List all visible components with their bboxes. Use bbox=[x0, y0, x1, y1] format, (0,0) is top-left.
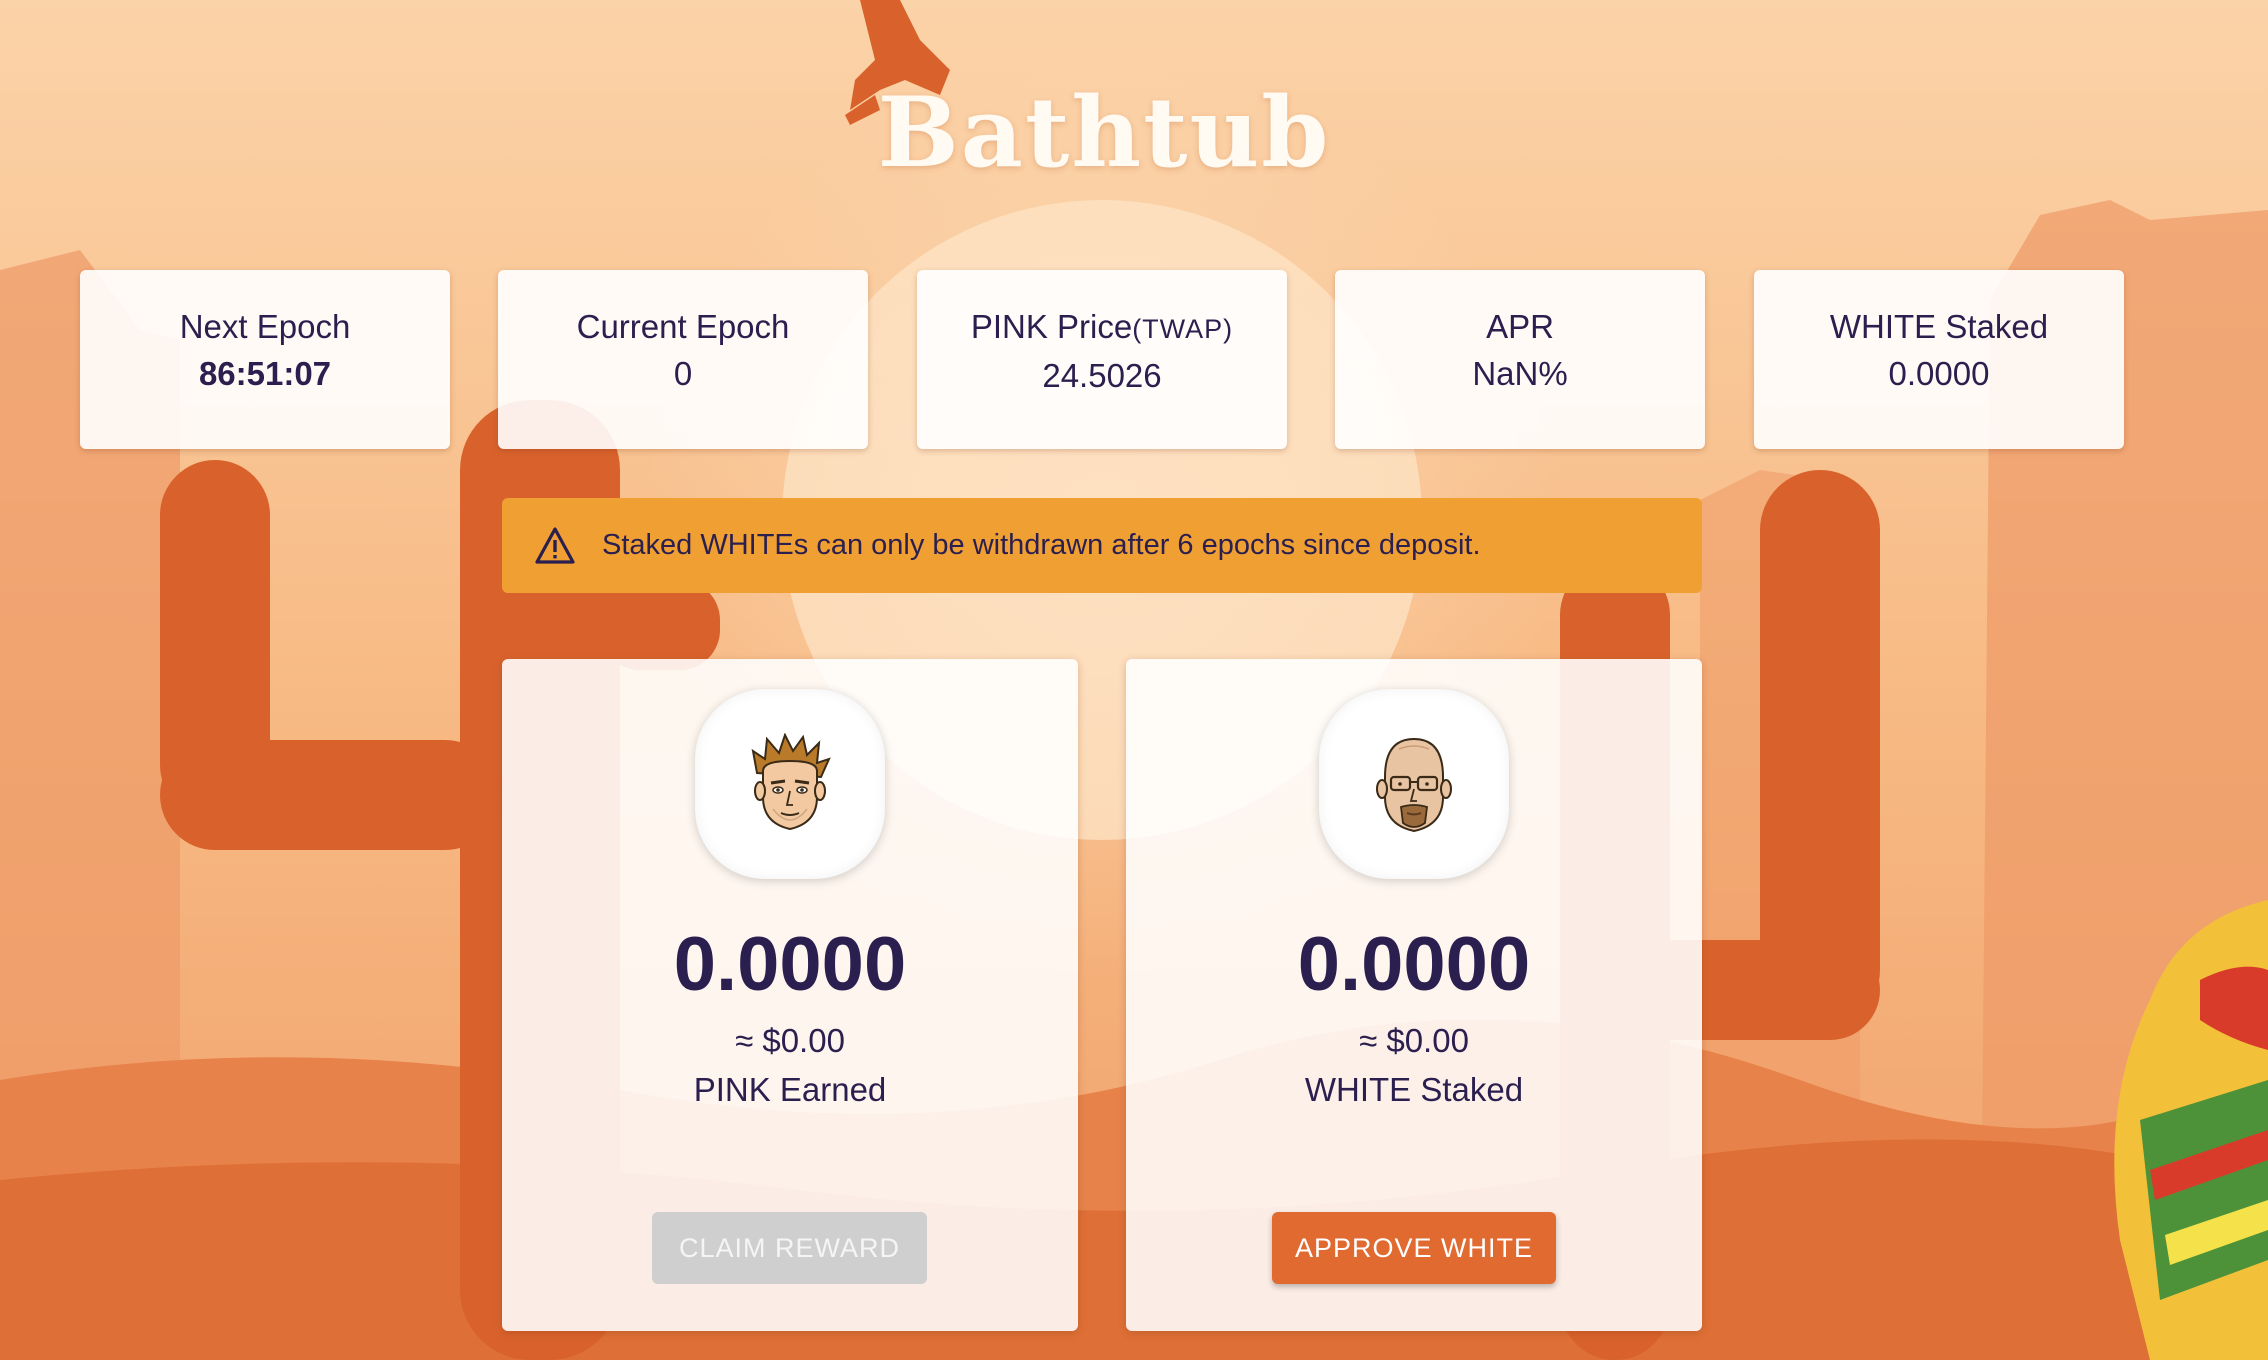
page-title: Bathtub bbox=[877, 76, 1331, 189]
approve-white-button[interactable]: APPROVE WHITE bbox=[1272, 1212, 1556, 1284]
pink-earned-card: 0.0000 ≈ $0.00 PINK Earned CLAIM REWARD bbox=[502, 659, 1078, 1331]
white-staked-amount: 0.0000 bbox=[1297, 922, 1531, 1007]
stat-card-white-staked: WHITE Staked 0.0000 bbox=[1754, 270, 2124, 449]
warning-triangle-icon bbox=[535, 526, 575, 564]
pink-earned-usd: ≈ $0.00 bbox=[735, 1022, 845, 1059]
blond-man-face-icon bbox=[751, 733, 831, 831]
alert-text: Staked WHITEs can only be withdrawn afte… bbox=[602, 529, 1481, 561]
bald-bearded-man-face-icon bbox=[1376, 737, 1452, 833]
stat-card-pink-price: PINK Price(TWAP) 24.5026 bbox=[917, 270, 1287, 449]
avatar bbox=[1319, 689, 1509, 879]
stat-value: 0 bbox=[673, 355, 693, 392]
withdraw-warning-alert: Staked WHITEs can only be withdrawn afte… bbox=[502, 498, 1702, 593]
stat-card-current-epoch: Current Epoch 0 bbox=[498, 270, 868, 449]
claim-reward-button[interactable]: CLAIM REWARD bbox=[652, 1212, 927, 1284]
stat-label-suffix: (TWAP) bbox=[1132, 314, 1234, 344]
white-staked-card: 0.0000 ≈ $0.00 WHITE Staked APPROVE WHIT… bbox=[1126, 659, 1702, 1331]
white-staked-usd: ≈ $0.00 bbox=[1359, 1022, 1469, 1059]
stat-label: PINK Price(TWAP) bbox=[917, 306, 1287, 350]
stat-value: NaN% bbox=[1472, 355, 1568, 392]
pink-earned-label: PINK Earned bbox=[693, 1071, 887, 1108]
white-staked-label: WHITE Staked bbox=[1304, 1071, 1524, 1108]
stat-value: 24.5026 bbox=[1042, 357, 1162, 394]
stat-label: APR bbox=[1486, 308, 1554, 345]
stat-value: 0.0000 bbox=[1888, 355, 1990, 392]
stat-card-apr: APR NaN% bbox=[1335, 270, 1705, 449]
stat-label: WHITE Staked bbox=[1829, 308, 2049, 345]
stat-card-next-epoch: Next Epoch 86:51:07 bbox=[80, 270, 450, 449]
pink-earned-amount: 0.0000 bbox=[673, 922, 907, 1007]
stat-value: 86:51:07 bbox=[198, 355, 332, 392]
stat-label-text: PINK Price bbox=[970, 308, 1133, 345]
stat-label: Current Epoch bbox=[576, 308, 790, 345]
stat-label: Next Epoch bbox=[179, 308, 351, 345]
avatar bbox=[695, 689, 885, 879]
